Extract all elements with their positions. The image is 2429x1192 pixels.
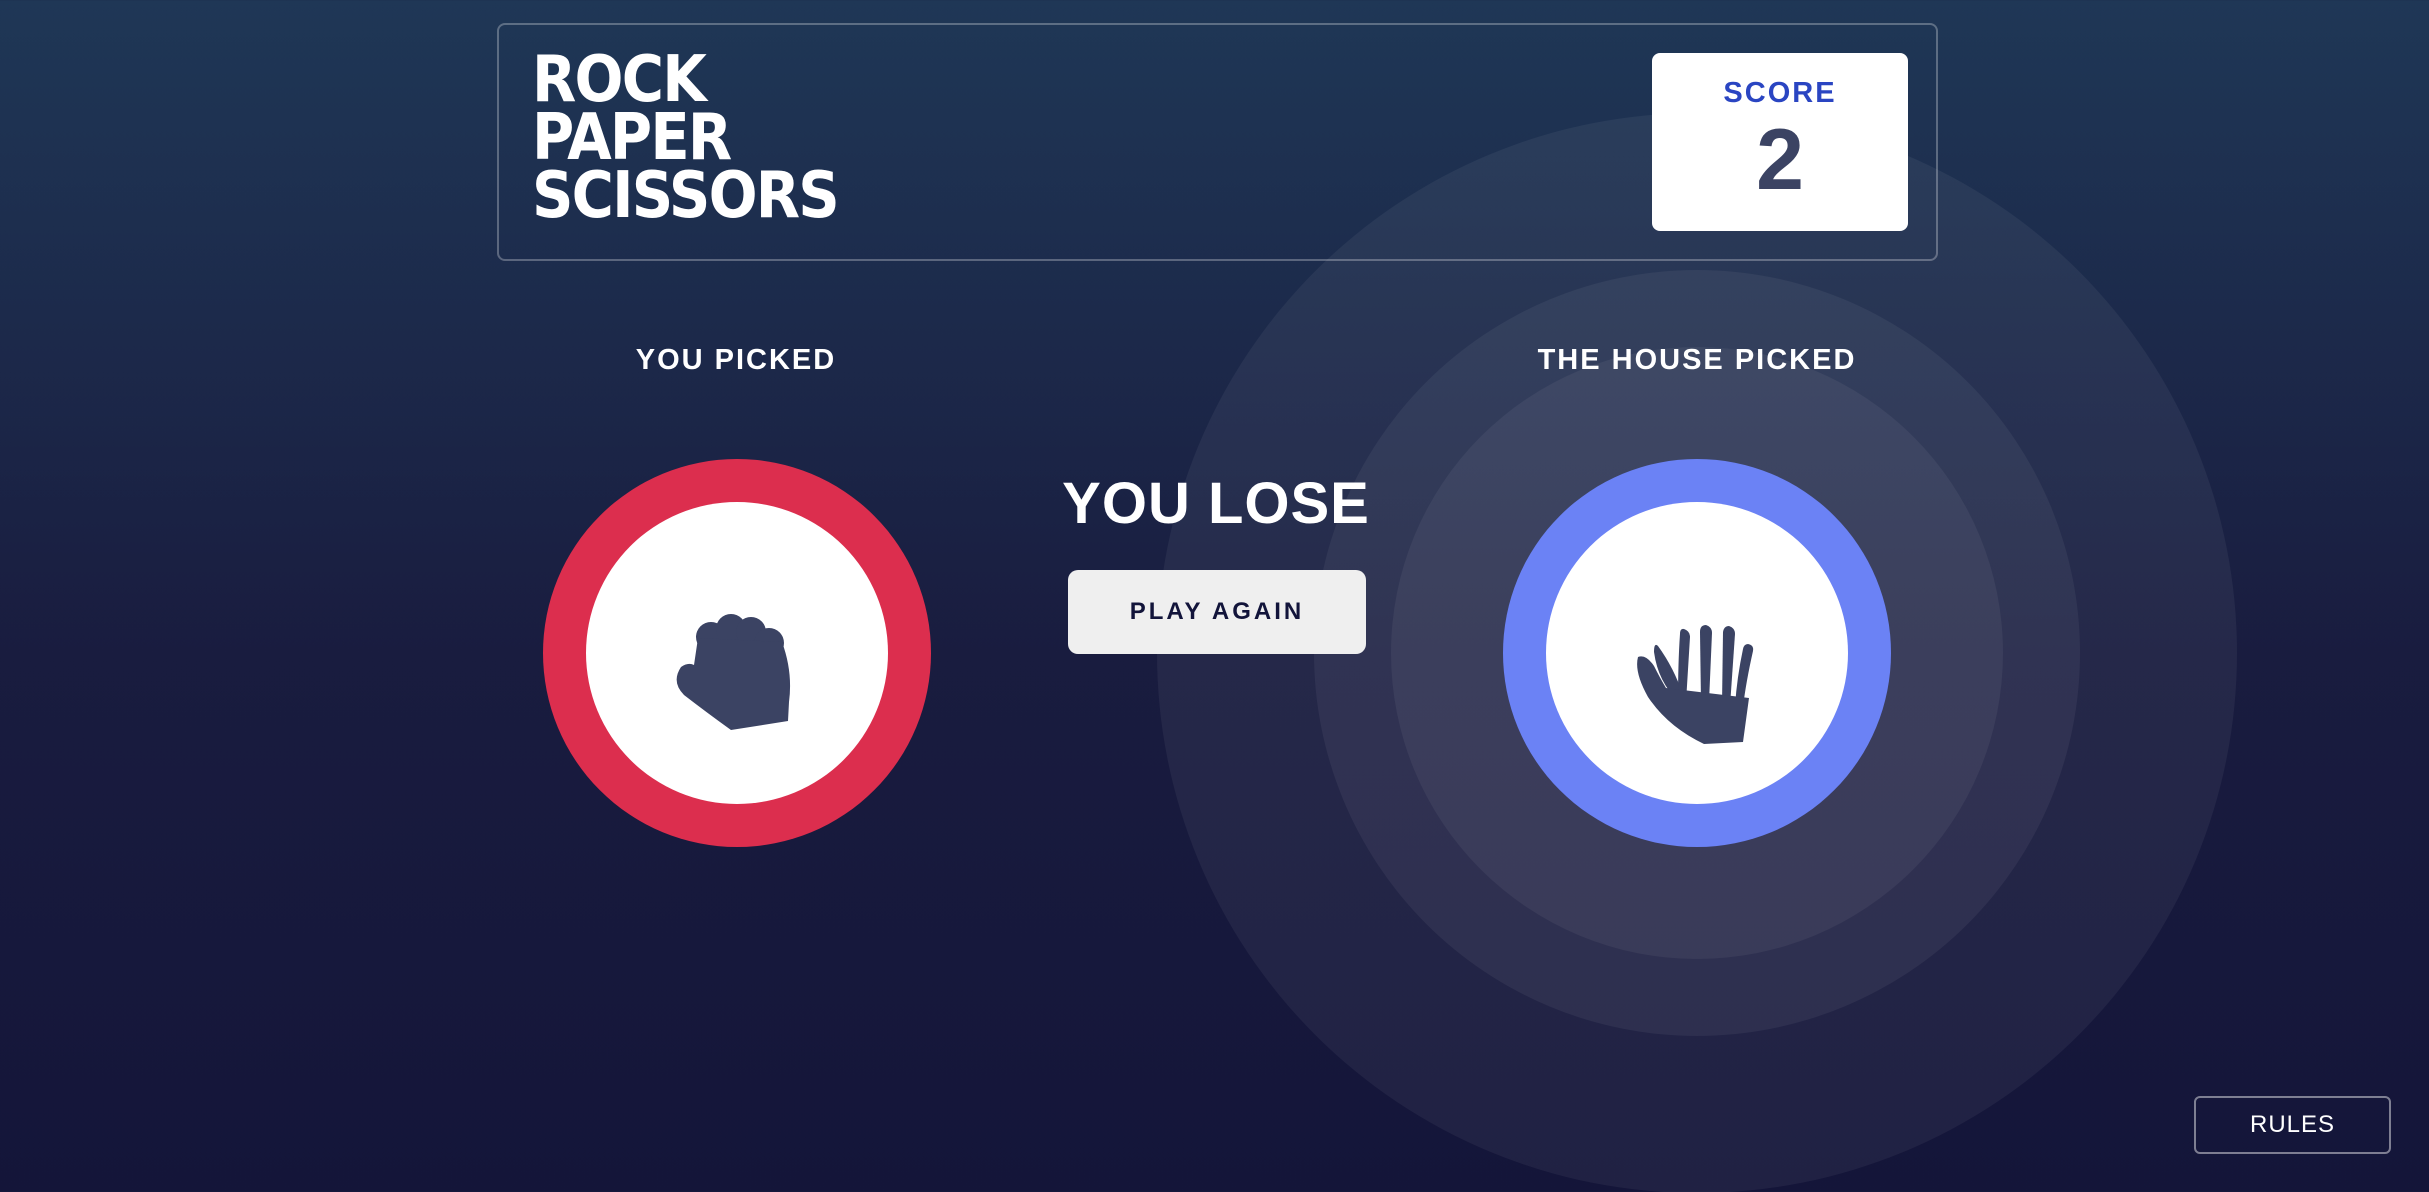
player-token-face [586, 502, 888, 804]
score-label: SCORE [1723, 77, 1837, 109]
rules-button[interactable]: RULES [2194, 1096, 2391, 1154]
logo-line-scissors: SCISSORS [532, 159, 840, 233]
rock-fist-icon [676, 614, 791, 730]
game-logo: ROCK PAPER SCISSORS [532, 48, 872, 233]
game-header: ROCK PAPER SCISSORS SCORE 2 [497, 23, 1938, 261]
house-picked-label: THE HOUSE PICKED [1537, 344, 1857, 376]
result-text: YOU LOSE [1062, 471, 1370, 536]
house-token-face [1546, 502, 1848, 804]
score-value: 2 [1756, 112, 1804, 208]
you-picked-label: YOU PICKED [635, 344, 837, 376]
play-again-button[interactable]: PLAY AGAIN [1068, 570, 1366, 654]
house-paper-token [1503, 459, 1891, 847]
paper-hand-icon [1637, 625, 1754, 744]
player-rock-token [543, 459, 931, 847]
score-box: SCORE 2 [1652, 53, 1908, 231]
